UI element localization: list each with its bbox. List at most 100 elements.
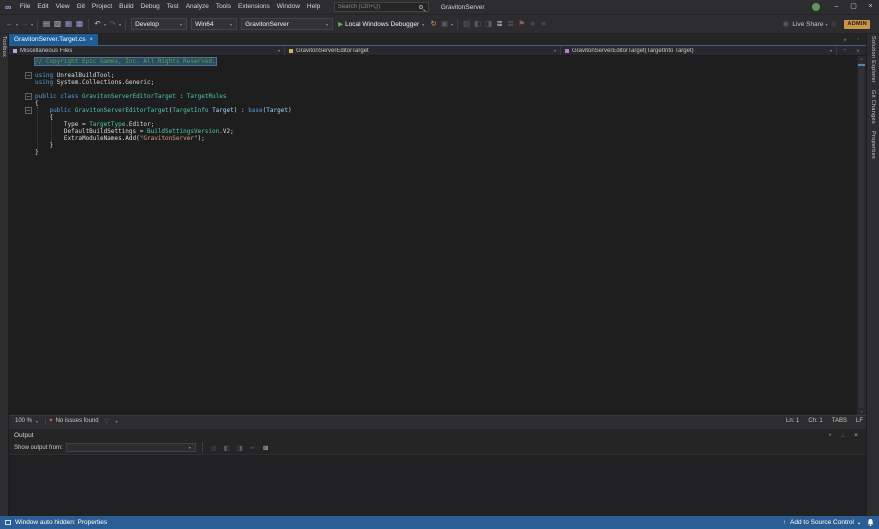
user-avatar[interactable] [812, 3, 820, 11]
toggle-pin-status-icon[interactable]: ▫ [854, 36, 862, 43]
tab-close-icon[interactable]: × [90, 37, 94, 43]
minimize-button[interactable]: – [828, 0, 845, 14]
breadcrumb-project[interactable]: Miscellaneous Files ▾ [9, 46, 285, 55]
code-line[interactable]: – public GravitonServerEditorTarget(Targ… [9, 107, 856, 114]
nav-forward-icon[interactable]: → [20, 15, 29, 33]
notifications-bell-icon[interactable] [867, 518, 874, 527]
code-line[interactable]: – using UnrealBuildTool; [9, 72, 856, 79]
feedback-icon[interactable]: ☺ [829, 15, 838, 33]
solution-platform-combo[interactable]: Win64 ▾ [191, 18, 238, 30]
next-bookmark-icon[interactable]: ≡ [539, 15, 548, 33]
menu-debug[interactable]: Debug [137, 0, 163, 14]
doc-status-ln-1[interactable]: Ln: 1 [786, 418, 799, 424]
menu-file[interactable]: File [16, 0, 33, 14]
output-content[interactable] [9, 454, 866, 516]
code-line[interactable]: using System.Collections.Generic; [9, 79, 856, 86]
startup-project-combo[interactable]: GravitonServer ▾ [241, 18, 334, 30]
tool-tab-toolbox[interactable]: Toolbox [1, 36, 7, 57]
code-line[interactable]: // Copyright Epic Games, Inc. All Rights… [9, 57, 856, 66]
dropdown-chevron-icon[interactable]: ▾ [451, 22, 453, 27]
chevron-up-icon[interactable]: ▴ [858, 520, 860, 525]
code-line[interactable] [9, 65, 856, 72]
dropdown-chevron-icon[interactable]: ▾ [16, 22, 18, 27]
fold-marker-icon[interactable]: – [25, 107, 32, 114]
clear-all-icon[interactable]: ⊠ [262, 444, 270, 452]
menu-edit[interactable]: Edit [34, 0, 52, 14]
global-search-box[interactable] [333, 2, 429, 12]
search-input[interactable] [337, 4, 416, 10]
hot-reload-icon[interactable]: ↻ [429, 15, 438, 33]
decrease-indent-icon[interactable]: ◧ [473, 15, 482, 33]
maximize-button[interactable]: ▢ [845, 0, 862, 14]
tab-gravitonserver-target-cs[interactable]: GravitonServer.Target.cs × [9, 34, 99, 45]
menu-project[interactable]: Project [88, 0, 115, 14]
doc-status-lf[interactable]: LF [856, 418, 863, 424]
fold-marker-icon[interactable]: – [25, 72, 32, 79]
next-message-icon[interactable]: ◨ [236, 444, 244, 452]
tool-tab-properties[interactable]: Properties [870, 131, 876, 159]
panel-location-icon[interactable]: ▾ [826, 431, 834, 439]
code-line[interactable]: – public class GravitonServerEditorTarget… [9, 93, 856, 100]
dropdown-chevron-icon[interactable]: ▾ [104, 22, 106, 27]
live-share-icon[interactable]: ◉ [781, 15, 790, 33]
menu-help[interactable]: Help [303, 0, 323, 14]
menu-extensions[interactable]: Extensions [235, 0, 274, 14]
output-source-combo[interactable]: ▾ [65, 443, 196, 452]
editor-scrollbar[interactable]: ▴ ▾ [856, 56, 866, 415]
filter-issues-icon[interactable]: ▽ [103, 417, 111, 425]
document-dropdown-icon[interactable]: ▾ [841, 36, 849, 44]
editor-options-icon[interactable]: ▾ [854, 47, 862, 55]
code-line[interactable] [9, 86, 856, 93]
code-line[interactable]: DefaultBuildSettings = BuildSettingsVers… [9, 128, 856, 135]
break-all-icon[interactable]: ▣ [440, 15, 449, 33]
menu-test[interactable]: Test [163, 0, 182, 14]
redo-icon[interactable]: ↷ [108, 15, 117, 33]
code-line[interactable]: Type = TargetType.Editor; [9, 121, 856, 128]
pin-panel-icon[interactable]: ⊥ [839, 431, 847, 439]
scrollbar-thumb[interactable] [859, 63, 864, 408]
menu-build[interactable]: Build [116, 0, 137, 14]
uncomment-icon[interactable]: ≣ [506, 15, 515, 33]
save-icon[interactable]: ▦ [64, 15, 73, 33]
toggle-bookmark-icon[interactable]: ⚑ [517, 15, 526, 33]
nav-back-icon[interactable]: ← [5, 15, 14, 33]
menu-window[interactable]: Window [273, 0, 303, 14]
open-file-icon[interactable]: ▧ [53, 15, 62, 33]
code-area[interactable]: // Copyright Epic Games, Inc. All Rights… [9, 56, 856, 415]
menu-git[interactable]: Git [73, 0, 88, 14]
code-line[interactable]: { [9, 114, 856, 121]
dropdown-chevron-icon[interactable]: ▾ [825, 22, 827, 27]
fold-marker-icon[interactable]: – [25, 93, 32, 100]
previous-bookmark-icon[interactable]: ≡ [528, 15, 537, 33]
menu-tools[interactable]: Tools [212, 0, 234, 14]
increase-indent-icon[interactable]: ◨ [484, 15, 493, 33]
save-all-icon[interactable]: ▩ [75, 15, 84, 33]
menu-view[interactable]: View [52, 0, 73, 14]
dropdown-chevron-icon[interactable]: ▾ [119, 22, 121, 27]
split-window-icon[interactable]: + [841, 47, 849, 54]
scroll-down-icon[interactable]: ▾ [860, 409, 862, 415]
dropdown-chevron-icon[interactable]: ▾ [31, 22, 33, 27]
tool-tab-solution-explorer[interactable]: Solution Explorer [870, 36, 876, 83]
close-panel-icon[interactable]: × [852, 432, 860, 439]
find-in-files-icon[interactable]: ▥ [462, 15, 471, 33]
previous-message-icon[interactable]: ◧ [223, 444, 231, 452]
menu-analyze[interactable]: Analyze [182, 0, 212, 14]
zoom-combo[interactable]: 100 % ▾ [12, 416, 42, 426]
code-line[interactable]: } [9, 142, 856, 149]
code-line[interactable]: { [9, 100, 856, 107]
start-debugging-button[interactable]: ▶ Local Windows Debugger ▾ [338, 20, 425, 29]
breadcrumb-type[interactable]: GravitonServerEditorTarget ▾ [285, 46, 561, 55]
breadcrumb-member[interactable]: GravitonServerEditorTarget(TargetInfo Ta… [561, 46, 837, 55]
code-line[interactable]: ExtraModuleNames.Add("GravitonServer"); [9, 135, 856, 142]
find-message-icon[interactable]: ◎ [210, 444, 218, 452]
undo-icon[interactable]: ↶ [93, 15, 102, 33]
tool-tab-git-changes[interactable]: Git Changes [870, 90, 876, 124]
doc-status-ch-1[interactable]: Ch: 1 [808, 418, 822, 424]
code-line[interactable]: } [9, 149, 856, 156]
comment-icon[interactable]: ≣ [495, 15, 504, 33]
solution-configuration-combo[interactable]: Develop ▾ [131, 18, 188, 30]
doc-status-tabs[interactable]: TABS [832, 418, 847, 424]
health-label[interactable]: No issues found [56, 418, 99, 424]
add-to-source-control-button[interactable]: Add to Source Control [790, 519, 854, 526]
